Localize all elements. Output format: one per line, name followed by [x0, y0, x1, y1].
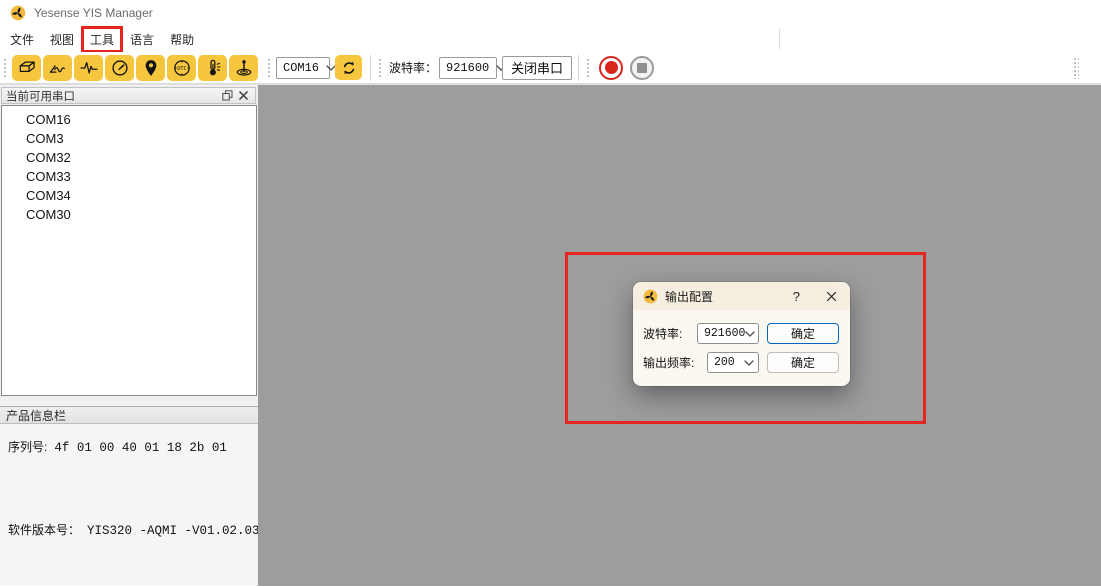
panel-close-button[interactable] [235, 89, 251, 103]
stop-icon [637, 63, 647, 73]
dialog-baud-select[interactable]: 921600 [697, 323, 759, 344]
menu-item-file[interactable]: 文件 [2, 27, 42, 52]
dialog-title: 输出配置 [665, 288, 713, 305]
port-list-item[interactable]: COM30 [2, 205, 256, 224]
toolbar-button-sensor-curve[interactable] [74, 55, 103, 81]
info-panel-title: 产品信息栏 [6, 407, 66, 424]
port-panel-header: 当前可用串口 [1, 87, 256, 104]
close-icon [826, 291, 837, 302]
menubar-separator [779, 29, 780, 49]
serial-number-value: 4f 01 00 40 01 18 2b 01 [54, 441, 227, 455]
software-version-value: YIS320 -AQMI -V01.02.03; [87, 524, 267, 538]
workspace: 输出配置 ? 波特率: 921600 [258, 85, 1101, 586]
chevron-down-icon [744, 359, 754, 367]
title-bar: Yesense YIS Manager [0, 0, 1101, 26]
app-logo-icon [10, 5, 26, 21]
record-button[interactable] [599, 56, 623, 80]
app-title: Yesense YIS Manager [34, 6, 153, 20]
dialog-body: 波特率: 921600 确定 输出频率: 200 [633, 310, 850, 373]
thermometer-icon [203, 58, 223, 78]
menu-item-help[interactable]: 帮助 [162, 27, 202, 52]
chevron-down-icon [745, 330, 755, 338]
toolbar-button-gauge[interactable] [105, 55, 134, 81]
port-list-item[interactable]: COM16 [2, 110, 256, 129]
software-version-row: 软件版本号： YIS320 -AQMI -V01.02.03; [8, 521, 250, 538]
panel-float-button[interactable] [219, 89, 235, 103]
serial-number-row: 序列号: 4f 01 00 40 01 18 2b 01 [8, 438, 250, 455]
output-rate-confirm-button[interactable]: 确定 [767, 352, 839, 373]
serial-number-label: 序列号: [8, 438, 47, 455]
dialog-close-button[interactable] [826, 291, 837, 302]
close-icon [239, 91, 248, 100]
cube-icon [17, 58, 37, 78]
close-port-button[interactable]: 关闭串口 [502, 56, 572, 80]
menu-item-view[interactable]: 视图 [42, 27, 82, 52]
baud-rate-select[interactable]: 921600 [439, 57, 497, 79]
probe-icon [234, 58, 254, 78]
port-list-item[interactable]: COM3 [2, 129, 256, 148]
toolbar-drag-handle[interactable] [266, 57, 272, 79]
port-list-item[interactable]: COM34 [2, 186, 256, 205]
app-logo-icon [643, 289, 658, 304]
toolbar-separator [578, 55, 579, 81]
product-info-area: 序列号: 4f 01 00 40 01 18 2b 01 软件版本号： YIS3… [0, 424, 258, 586]
baud-rate-value: 921600 [446, 61, 489, 75]
port-panel-title: 当前可用串口 [6, 88, 75, 104]
toolbar-drag-handle[interactable] [585, 57, 591, 79]
toolbar-drag-handle[interactable] [1073, 57, 1079, 79]
port-list-item[interactable]: COM33 [2, 167, 256, 186]
angle-waveform-icon [48, 58, 68, 78]
toolbar-button-location[interactable] [136, 55, 165, 81]
port-list: COM16 COM3 COM32 COM33 COM34 COM30 [1, 105, 257, 396]
menu-bar: 文件 视图 工具 语言 帮助 [0, 26, 1101, 52]
toolbar-button-attitude-curve[interactable] [43, 55, 72, 81]
toolbar-drag-handle[interactable] [377, 57, 383, 79]
dialog-output-rate-value: 200 [714, 356, 735, 369]
com-port-value: COM16 [283, 61, 319, 75]
gauge-icon [110, 58, 130, 78]
port-list-item[interactable]: COM32 [2, 148, 256, 167]
location-pin-icon [141, 58, 161, 78]
utc-clock-icon: UTC [172, 58, 192, 78]
toolbar-button-3d-view[interactable] [12, 55, 41, 81]
toolbar-button-probe[interactable] [229, 55, 258, 81]
dialog-title-bar: 输出配置 ? [633, 282, 850, 310]
toolbar-button-temperature[interactable] [198, 55, 227, 81]
refresh-ports-button[interactable] [335, 55, 362, 80]
output-rate-row: 输出频率: 200 确定 [643, 352, 839, 373]
software-version-label: 软件版本号： [8, 521, 80, 538]
toolbar-drag-handle[interactable] [2, 57, 8, 79]
toolbar-separator [370, 55, 371, 81]
toolbar: UTC COM16 [0, 52, 1101, 84]
main-area: 当前可用串口 COM16 COM3 COM32 C [0, 84, 1101, 586]
output-config-dialog: 输出配置 ? 波特率: 921600 [633, 282, 850, 386]
baud-rate-label: 波特率： [389, 59, 437, 76]
float-window-icon [222, 90, 233, 101]
record-icon [605, 61, 618, 74]
dialog-baud-label: 波特率: [643, 325, 682, 342]
baud-confirm-button[interactable]: 确定 [767, 323, 839, 344]
toolbar-button-utc-time[interactable]: UTC [167, 55, 196, 81]
menu-item-language[interactable]: 语言 [122, 27, 162, 52]
info-panel-header: 产品信息栏 [0, 406, 258, 424]
app-window: Yesense YIS Manager 文件 视图 工具 语言 帮助 [0, 0, 1101, 587]
baud-rate-row: 波特率: 921600 确定 [643, 323, 839, 344]
com-port-select[interactable]: COM16 [276, 57, 330, 79]
svg-text:UTC: UTC [177, 65, 186, 71]
dialog-output-rate-select[interactable]: 200 [707, 352, 759, 373]
stop-button[interactable] [630, 56, 654, 80]
dialog-help-button[interactable]: ? [791, 289, 802, 304]
left-dock: 当前可用串口 COM16 COM3 COM32 C [0, 85, 258, 586]
menu-item-tools[interactable]: 工具 [82, 27, 122, 52]
pulse-waveform-icon [79, 58, 99, 78]
refresh-icon [340, 59, 358, 77]
dialog-baud-value: 921600 [704, 327, 745, 340]
dialog-output-rate-label: 输出频率: [643, 354, 694, 371]
